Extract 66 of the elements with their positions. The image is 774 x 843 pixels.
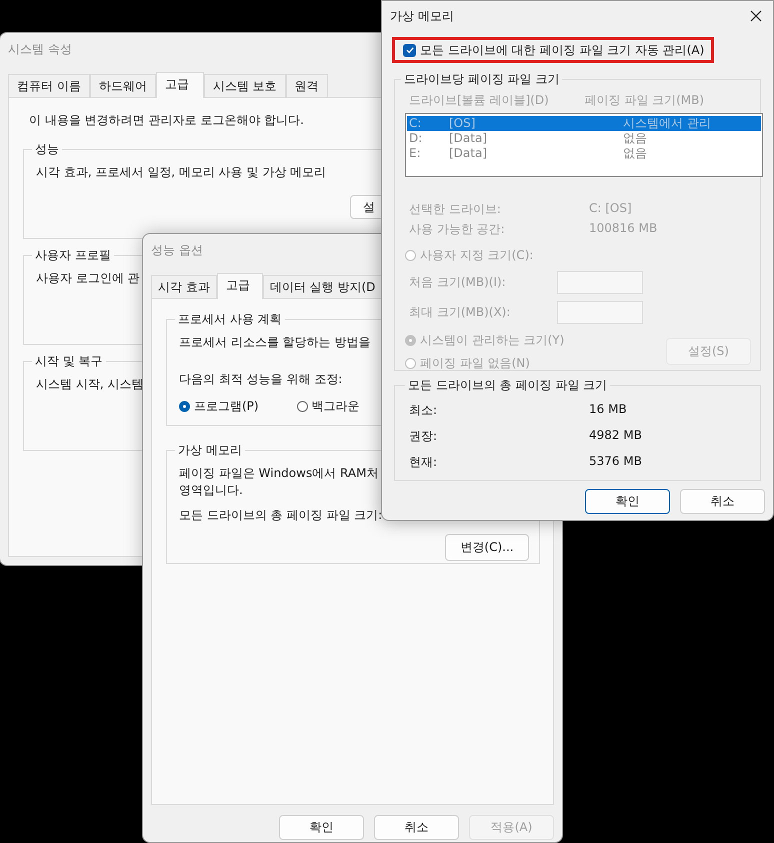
radio-label: 백그라운 xyxy=(312,398,360,415)
group-description: 시스템 시작, 시스템 xyxy=(36,376,144,393)
total-label: 최소: xyxy=(409,402,438,419)
list-cell: 없음 xyxy=(623,146,647,161)
checkbox-label: 모든 드라이브에 대한 페이징 파일 크기 자동 관리(A) xyxy=(420,42,704,58)
total-label: 모든 드라이브의 총 페이징 파일 크기: xyxy=(179,507,382,524)
column-header: 드라이브[볼륨 레이블](D) xyxy=(409,92,550,109)
dialog-button[interactable]: 확인 xyxy=(585,489,670,514)
description-line: 영역입니다. xyxy=(179,482,243,499)
window-title: 시스템 속성 xyxy=(8,40,72,58)
total-value: 4982 MB xyxy=(589,428,642,444)
group-title: 사용자 프로필 xyxy=(34,247,112,264)
field-label: 처음 크기(MB)(I): xyxy=(409,274,506,291)
group-title: 프로세서 사용 계획 xyxy=(177,311,283,328)
radio-button[interactable] xyxy=(179,401,190,412)
window-title: 성능 옵션 xyxy=(151,242,203,258)
radio-label: 사용자 지정 크기(C): xyxy=(420,247,534,264)
list-cell: 없음 xyxy=(623,131,647,146)
group-description: 사용자 로그인에 관 xyxy=(36,270,140,287)
list-cell-text: [Data] xyxy=(449,146,488,161)
radio-label: 시스템이 관리하는 크기(Y) xyxy=(420,332,564,349)
group-title: 모든 드라이브의 총 페이징 파일 크기 xyxy=(407,377,608,394)
tab[interactable]: 고급 xyxy=(156,72,204,98)
list-cell-text: C: xyxy=(408,116,422,131)
field-label: 최대 크기(MB)(X): xyxy=(409,304,510,321)
total-label: 권장: xyxy=(409,428,438,445)
group-title: 가상 메모리 xyxy=(177,442,243,459)
total-value: 16 MB xyxy=(589,402,627,418)
group-description: 프로세서 리소스를 할당하는 방법을 xyxy=(179,334,370,351)
close-icon[interactable] xyxy=(750,10,762,22)
description-line: 페이징 파일은 Windows에서 RAM처 xyxy=(179,465,378,482)
list-cell-text: [OS] xyxy=(449,116,476,131)
info-label: 선택한 드라이브: xyxy=(409,201,501,218)
list-cell-text: [Data] xyxy=(449,131,488,146)
checkmark-icon xyxy=(404,45,414,55)
info-label: 사용 가능한 공간: xyxy=(409,221,505,238)
info-value: 100816 MB xyxy=(589,221,658,237)
notice-text: 이 내용을 변경하려면 관리자로 로그온해야 합니다. xyxy=(28,112,305,129)
change-button[interactable]: 변경(C)... xyxy=(445,534,529,561)
total-label: 현재: xyxy=(409,454,438,471)
group-title: 드라이브당 페이징 파일 크기 xyxy=(403,71,560,88)
tab[interactable]: 원격 xyxy=(286,74,328,97)
total-value: 5376 MB xyxy=(589,454,642,470)
column-header: 페이징 파일 크기(MB) xyxy=(584,92,706,109)
list-cell: 시스템에서 관리 xyxy=(623,116,711,131)
tab[interactable]: 시스템 보호 xyxy=(204,74,286,97)
radio-label: 페이징 파일 없음(N) xyxy=(420,355,530,372)
list-cell-text: D: xyxy=(408,131,424,146)
group-title: 성능 xyxy=(34,141,60,158)
dialog-button[interactable]: 취소 xyxy=(374,815,459,840)
dialog-button[interactable]: 취소 xyxy=(680,489,765,514)
dialog-button[interactable]: 확인 xyxy=(279,815,364,840)
window-title: 가상 메모리 xyxy=(390,8,454,24)
list-cell-text: E: xyxy=(408,146,422,161)
adjust-label: 다음의 최적 성능을 위해 조정: xyxy=(179,371,342,388)
tab[interactable]: 시각 효과 xyxy=(151,275,217,298)
tab[interactable]: 하드웨어 xyxy=(90,74,156,97)
checkbox[interactable] xyxy=(403,44,416,56)
tab[interactable]: 데이터 실행 방지(D xyxy=(262,275,382,298)
group-description: 시각 효과, 프로세서 일정, 메모리 사용 및 가상 메모리 xyxy=(36,164,326,181)
radio-label: 프로그램(P) xyxy=(194,398,259,415)
tab[interactable]: 컴퓨터 이름 xyxy=(8,74,90,97)
info-value: C: [OS] xyxy=(589,201,632,217)
radio-button[interactable] xyxy=(296,401,308,412)
group-title: 시작 및 복구 xyxy=(34,353,104,370)
tab[interactable]: 고급 xyxy=(216,273,263,299)
